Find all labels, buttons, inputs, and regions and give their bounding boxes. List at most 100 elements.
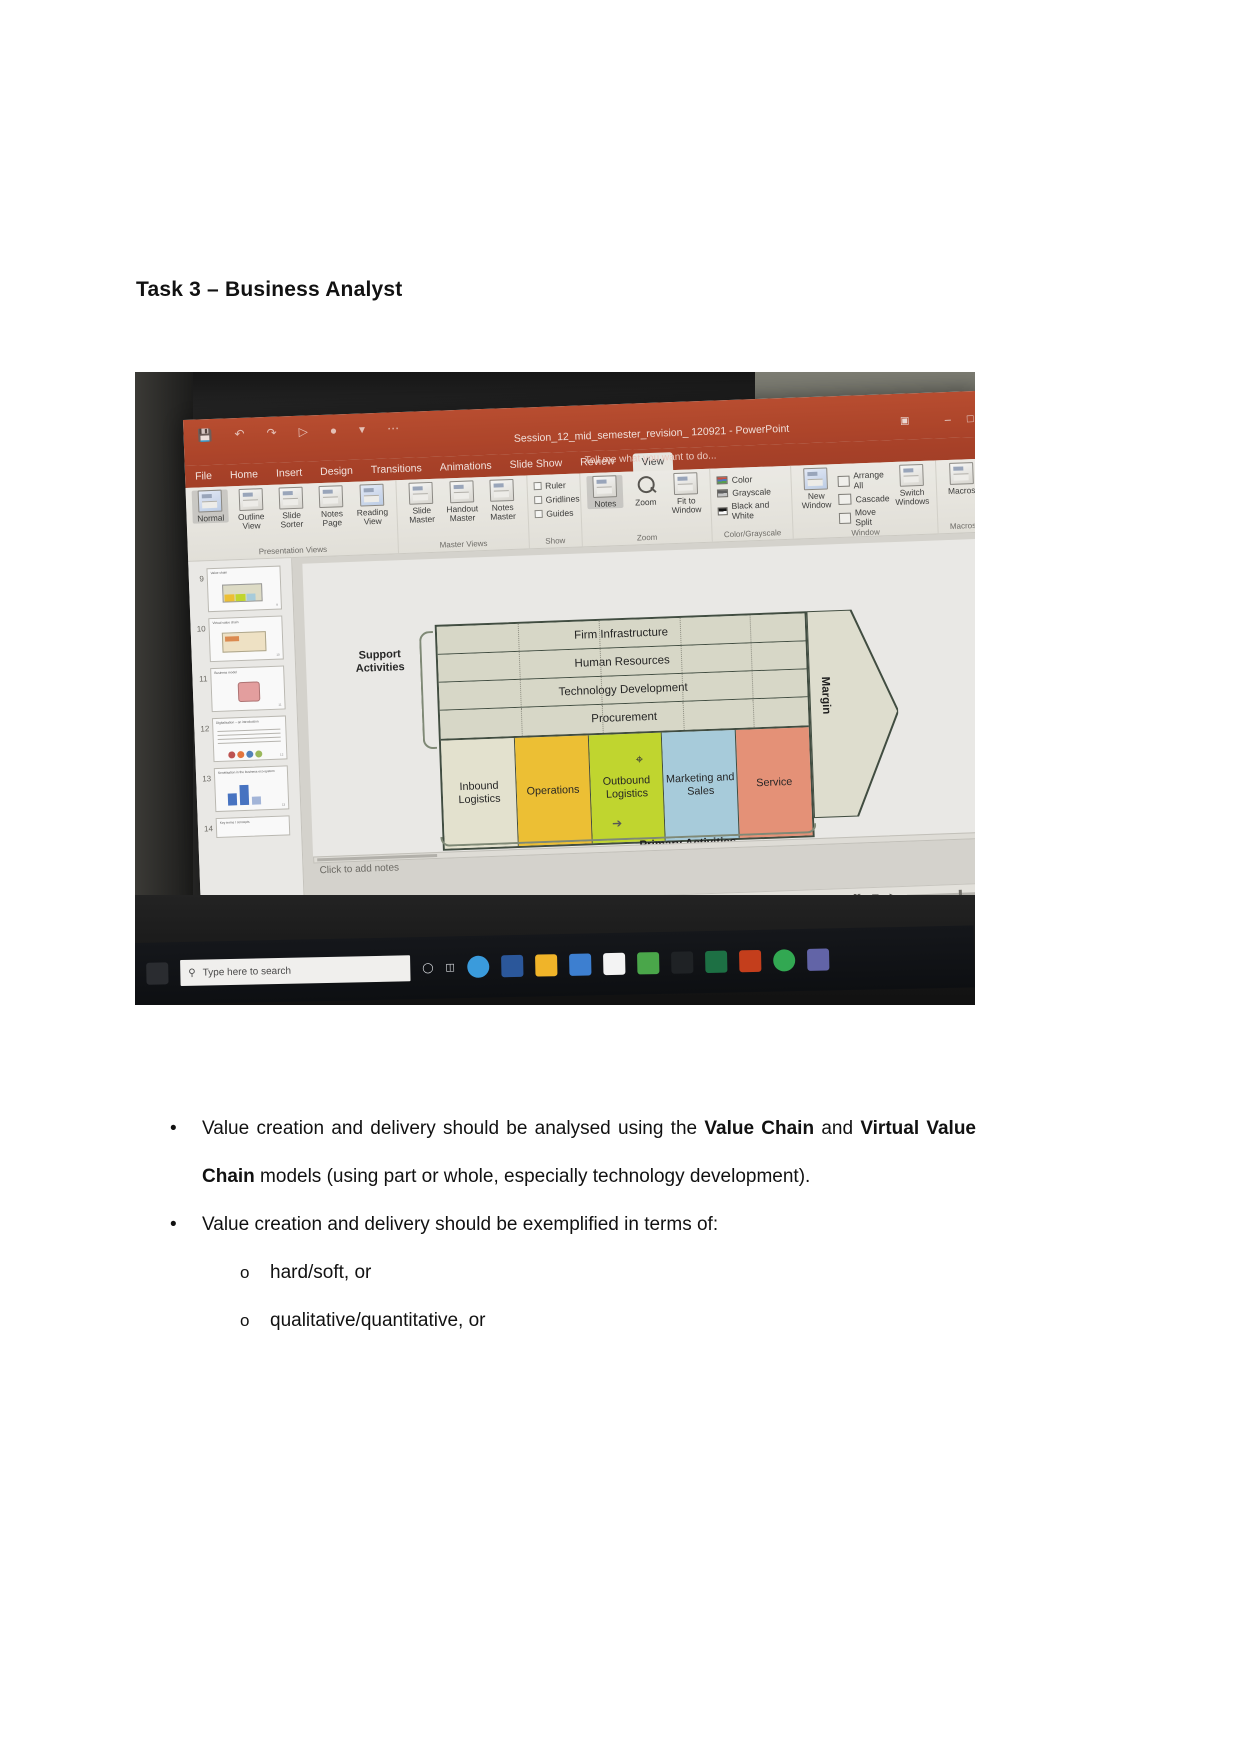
button-arrange-all-label: Arrange All <box>853 469 884 491</box>
more-icon[interactable]: ⋯ <box>387 421 400 435</box>
cortana-icon[interactable]: ◯ <box>422 962 433 973</box>
list-item[interactable]: 10 Virtual value chain 10 <box>190 612 295 666</box>
button-switch-windows[interactable]: Switch Windows <box>893 463 931 507</box>
checkbox-guides[interactable]: Guides <box>534 508 580 520</box>
button-cascade[interactable]: Cascade <box>838 492 890 506</box>
list-item[interactable]: 11 Business model 11 <box>192 662 297 716</box>
amazon-icon[interactable] <box>602 952 626 976</box>
button-notes-page[interactable]: Notes Page <box>313 485 351 528</box>
button-reading-view[interactable]: Reading View <box>353 483 391 526</box>
bullet-text-2: Value creation and delivery should be ex… <box>202 1214 719 1235</box>
tab-insert[interactable]: Insert <box>276 467 303 480</box>
restore-icon[interactable]: □ <box>967 413 974 425</box>
word-icon[interactable] <box>500 954 524 978</box>
thumbnail-number: 9 <box>199 574 204 584</box>
list-item[interactable]: 12 Digitalisation – an introduction 12 <box>194 712 299 766</box>
current-slide[interactable]: Support Activities Firm Infrastructure H… <box>302 538 975 864</box>
button-slide-sorter[interactable]: Slide Sorter <box>272 486 310 529</box>
undo-icon[interactable]: ↶ <box>234 427 245 441</box>
button-arrange-all[interactable]: Arrange All <box>837 469 890 491</box>
tab-slide-show[interactable]: Slide Show <box>509 457 562 471</box>
value-chain-grid: Firm Infrastructure Human Resources Tech… <box>434 611 815 851</box>
thumbnail-number: 14 <box>203 824 214 834</box>
button-fit-to-window[interactable]: Fit to Window <box>667 472 705 515</box>
spss-icon[interactable] <box>636 952 660 975</box>
primary-cell-marketing-and-sales[interactable]: Marketing and Sales <box>662 729 740 841</box>
black-and-white-icon <box>717 507 728 516</box>
slide-thumbnail[interactable]: Value chain 9 <box>206 565 283 613</box>
checkbox-gridlines-box[interactable] <box>533 495 542 505</box>
thumb-shape <box>251 796 262 805</box>
thumb-page-number: 10 <box>276 652 280 657</box>
file-explorer-icon[interactable] <box>534 954 558 977</box>
button-notes-master[interactable]: Notes Master <box>483 478 521 522</box>
teams-icon[interactable] <box>806 948 830 971</box>
primary-cell-inbound-logistics[interactable]: Inbound Logistics <box>440 738 519 849</box>
sub-bullet-text-1: hard/soft, or <box>270 1262 372 1283</box>
redo-icon[interactable]: ↷ <box>266 426 277 440</box>
button-macros[interactable]: Macros <box>942 462 975 496</box>
checkbox-gridlines[interactable]: Gridlines <box>533 494 580 506</box>
notes-page-icon <box>318 485 344 509</box>
powerpoint-icon[interactable] <box>738 949 762 973</box>
lightning-icon[interactable] <box>670 951 694 974</box>
slide-thumbnail[interactable]: Servitisation in the business eco-system… <box>213 765 290 813</box>
thumb-shape <box>237 681 261 703</box>
thumbnail-caption: Value chain <box>210 570 228 576</box>
quick-access-toolbar[interactable]: 💾 ↶ ↷ ▷ ● ▾ ⋯ <box>197 421 399 442</box>
tab-design[interactable]: Design <box>320 465 353 478</box>
minimize-icon[interactable]: – <box>945 414 952 426</box>
button-normal[interactable]: Normal <box>191 489 230 524</box>
tab-file[interactable]: File <box>195 470 212 483</box>
button-grayscale[interactable]: Grayscale <box>717 486 785 498</box>
list-item[interactable]: 13 Servitisation in the business eco-sys… <box>196 762 301 816</box>
excel-icon[interactable] <box>704 950 728 974</box>
button-zoom[interactable]: Zoom <box>627 473 665 508</box>
start-icon[interactable] <box>146 962 169 985</box>
chrome2-icon[interactable] <box>772 949 796 972</box>
window-controls[interactable]: – □ <box>945 413 974 426</box>
task-view-icon[interactable]: ◫ <box>445 962 455 973</box>
slide-thumbnail[interactable]: Digitalisation – an introduction 12 <box>211 715 288 763</box>
start-slideshow-icon[interactable]: ▷ <box>298 424 308 438</box>
document-filename: Session_12_mid_semester_revision_ 120921… <box>513 422 790 445</box>
search-placeholder-outer: Type here to search <box>202 965 292 979</box>
button-black-and-white[interactable]: Black and White <box>717 499 786 521</box>
page-title: Task 3 – Business Analyst <box>136 278 403 301</box>
list-item[interactable]: 14 Key terms / concepts <box>198 812 302 842</box>
button-new-window[interactable]: New Window <box>797 467 835 510</box>
button-move-split[interactable]: Move Split <box>839 506 891 528</box>
button-slide-master[interactable]: Slide Master <box>403 481 441 525</box>
checkbox-guides-box[interactable] <box>534 509 543 519</box>
button-notes[interactable]: Notes <box>586 474 624 510</box>
account-icon[interactable]: ▣ <box>900 415 910 426</box>
checkbox-ruler[interactable]: Ruler <box>533 480 579 492</box>
button-outline-view[interactable]: Outline View <box>232 488 270 531</box>
grayscale-icon <box>717 489 729 498</box>
primary-cell-operations[interactable]: Operations <box>514 735 593 846</box>
mail-icon[interactable] <box>568 953 592 976</box>
slide-thumbnail[interactable]: Key terms / concepts <box>215 815 291 839</box>
chrome-icon[interactable] <box>466 955 490 979</box>
value-chain-diagram[interactable]: Support Activities Firm Infrastructure H… <box>356 583 900 852</box>
tab-home[interactable]: Home <box>230 468 258 481</box>
thumb-page-number: 12 <box>279 752 284 757</box>
slide-thumbnail-pane[interactable]: 9 Value chain 9 10 Virtual value chain 1… <box>188 558 305 912</box>
slide-thumbnail[interactable]: Virtual value chain 10 <box>208 615 284 663</box>
button-color[interactable]: Color <box>716 473 785 485</box>
slide-canvas-area[interactable]: Support Activities Firm Infrastructure H… <box>292 532 975 908</box>
tab-animations[interactable]: Animations <box>440 460 492 474</box>
powerpoint-main-area: 9 Value chain 9 10 Virtual value chain 1… <box>188 532 975 912</box>
customize-icon[interactable]: ▾ <box>359 422 366 436</box>
list-item[interactable]: 9 Value chain 9 <box>188 562 293 616</box>
search-input-outer[interactable]: ⚲ Type here to search <box>180 955 411 987</box>
checkbox-ruler-box[interactable] <box>533 481 542 491</box>
primary-cell-outbound-logistics[interactable]: Outbound Logistics <box>588 732 667 844</box>
tab-transitions[interactable]: Transitions <box>371 462 422 476</box>
touch-mode-icon[interactable]: ● <box>330 423 338 437</box>
button-handout-master[interactable]: Handout Master <box>443 480 481 523</box>
save-icon[interactable]: 💾 <box>197 428 212 443</box>
slide-thumbnail[interactable]: Business model 11 <box>210 665 286 713</box>
primary-cell-service[interactable]: Service <box>735 727 813 838</box>
macros-icon <box>948 462 974 485</box>
